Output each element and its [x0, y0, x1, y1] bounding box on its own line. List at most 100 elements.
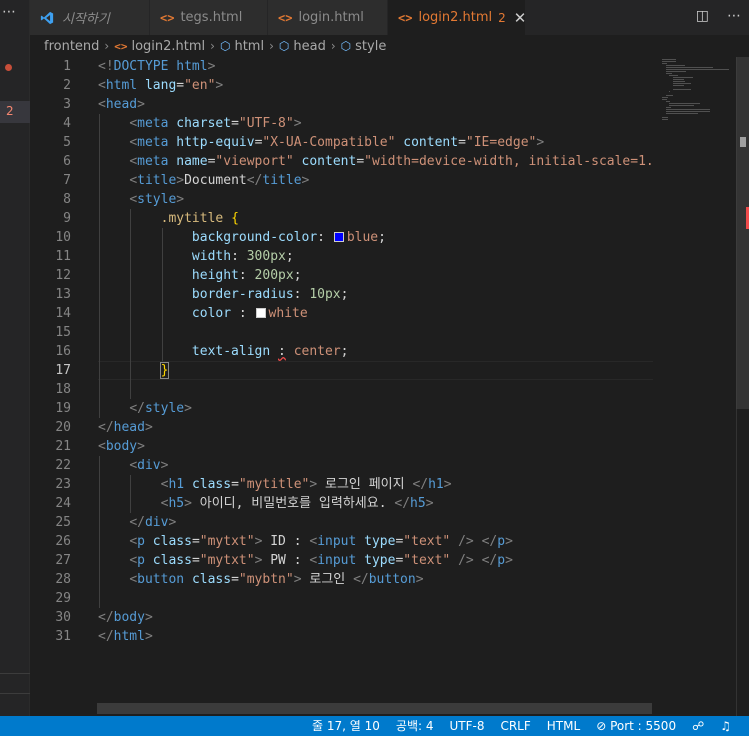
modified-indicator: [5, 64, 12, 71]
code-area[interactable]: <!DOCTYPE html> <html lang="en"> <head> <m…: [98, 57, 653, 716]
line-number: 15: [55, 325, 71, 340]
line-ending[interactable]: CRLF: [492, 716, 538, 736]
line-number: 7: [63, 173, 71, 188]
port-label: Port : 5500: [610, 719, 677, 733]
line-number: 5: [63, 135, 71, 150]
tab-label: login.html: [298, 10, 364, 25]
code-line[interactable]: color : white: [98, 304, 308, 323]
breadcrumb-item-head[interactable]: head: [293, 39, 325, 54]
line-number: 18: [55, 382, 71, 397]
more-icon[interactable]: ⋯: [2, 4, 17, 20]
code-line[interactable]: </head>: [98, 418, 153, 437]
tab-login2-html[interactable]: <> login2.html 2 ✕: [388, 0, 526, 35]
line-number: 29: [55, 591, 71, 606]
minimap-line: [665, 107, 671, 108]
minimap-line: [662, 119, 669, 120]
code-line[interactable]: <p class="mytxt"> PW : <input type="text…: [98, 551, 513, 570]
encoding[interactable]: UTF-8: [441, 716, 492, 736]
code-line[interactable]: .mytitle {: [98, 209, 239, 228]
tab-label: login2.html: [418, 10, 493, 25]
problem-indicator[interactable]: 2: [0, 101, 30, 123]
code-line[interactable]: <!DOCTYPE html>: [98, 57, 215, 76]
breadcrumb-item-style[interactable]: style: [355, 39, 386, 54]
code-line[interactable]: </body>: [98, 608, 153, 627]
code-line[interactable]: <html lang="en">: [98, 76, 223, 95]
code-line[interactable]: <head>: [98, 95, 145, 114]
line-number: 24: [55, 496, 71, 511]
line-number: 21: [55, 439, 71, 454]
code-line[interactable]: height: 200px;: [98, 266, 302, 285]
code-line[interactable]: border-radius: 10px;: [98, 285, 349, 304]
code-line[interactable]: </html>: [98, 627, 153, 646]
activity-bar: ⋯ 2: [0, 0, 30, 716]
line-number: 9: [63, 211, 71, 226]
minimap-line: [669, 105, 695, 106]
line-number: 8: [63, 192, 71, 207]
code-line[interactable]: <button class="mybtn"> 로그인 </button>: [98, 570, 423, 589]
line-number: 3: [63, 97, 71, 112]
minimap-line: [672, 81, 686, 82]
code-line[interactable]: <meta name="viewport" content="width=dev…: [98, 152, 653, 171]
tab-label: 시작하기: [62, 12, 110, 27]
live-server-port[interactable]: ⊘ Port : 5500: [588, 716, 684, 736]
breadcrumb-item-file[interactable]: login2.html: [131, 39, 205, 54]
code-line[interactable]: <p class="mytxt"> ID : <input type="text…: [98, 532, 513, 551]
code-line[interactable]: width: 300px;: [98, 247, 294, 266]
code-line[interactable]: <div>: [98, 456, 168, 475]
code-line[interactable]: <meta http-equiv="X-UA-Compatible" conte…: [98, 133, 544, 152]
divider: [0, 673, 30, 674]
color-swatch[interactable]: [333, 232, 344, 242]
line-number: 16: [55, 344, 71, 359]
indentation[interactable]: 공백: 4: [388, 716, 442, 736]
breadcrumb-item-folder[interactable]: frontend: [44, 39, 99, 54]
tab-welcome[interactable]: 시작하기: [30, 0, 150, 35]
tab-tegs-html[interactable]: <> tegs.html: [150, 0, 268, 35]
code-line[interactable]: </style>: [98, 399, 192, 418]
line-number: 26: [55, 534, 71, 549]
horizontal-scrollbar[interactable]: [97, 703, 652, 714]
divider: [0, 693, 30, 694]
line-number: 22: [55, 458, 71, 473]
html-icon: <>: [114, 39, 128, 53]
tab-login-html[interactable]: <> login.html: [268, 0, 388, 35]
minimap-line: [672, 77, 694, 78]
code-line[interactable]: <title>Document</title>: [98, 171, 309, 190]
cursor-position[interactable]: 줄 17, 열 10: [304, 716, 388, 736]
element-icon: ⬡: [278, 39, 290, 53]
minimap-line: [665, 95, 673, 96]
code-line[interactable]: <h5> 아이디, 비밀번호를 입력하세요. </h5>: [98, 494, 434, 513]
code-line[interactable]: }: [98, 361, 170, 380]
code-line[interactable]: <body>: [98, 437, 145, 456]
breadcrumb-item-html[interactable]: html: [234, 39, 264, 54]
color-swatch[interactable]: [255, 308, 266, 318]
chevron-right-icon: ›: [269, 39, 274, 53]
line-number: 13: [55, 287, 71, 302]
minimap-line: [665, 65, 686, 66]
code-line[interactable]: <style>: [98, 190, 184, 209]
feedback-icon[interactable]: ☍: [684, 716, 712, 736]
error-count: 2: [6, 104, 14, 118]
line-number: 10: [55, 230, 71, 245]
line-number: 1: [63, 59, 71, 74]
minimap-line: [672, 89, 691, 90]
split-editor-icon[interactable]: ◫: [696, 8, 709, 24]
minimap-line: [665, 73, 672, 74]
minimap-line: [665, 69, 729, 70]
more-actions-icon[interactable]: ⋯: [727, 8, 741, 24]
breadcrumb: frontend › <> login2.html › ⬡ html › ⬡ h…: [30, 35, 749, 57]
minimap[interactable]: [658, 57, 738, 716]
minimap-line: [672, 83, 691, 84]
code-line[interactable]: <h1 class="mytitle"> 로그인 페이지 </h1>: [98, 475, 452, 494]
line-number: 30: [55, 610, 71, 625]
line-number: 11: [55, 249, 71, 264]
code-editor[interactable]: 1 2 3 4 5 6 7 8 9 10 11 12 13 14 15 16 17 18 19 20 21 22 23 24 2…: [30, 57, 749, 716]
code-line[interactable]: <meta charset="UTF-8">: [98, 114, 301, 133]
code-line[interactable]: </div>: [98, 513, 176, 532]
chevron-right-icon: ›: [104, 39, 110, 53]
notifications-icon[interactable]: ♫: [712, 716, 739, 736]
language-mode[interactable]: HTML: [539, 716, 588, 736]
code-line[interactable]: background-color: blue;: [98, 228, 386, 247]
vertical-scrollbar[interactable]: [736, 57, 749, 409]
close-icon[interactable]: ✕: [514, 9, 527, 27]
code-line[interactable]: text-align : center;: [98, 342, 349, 361]
